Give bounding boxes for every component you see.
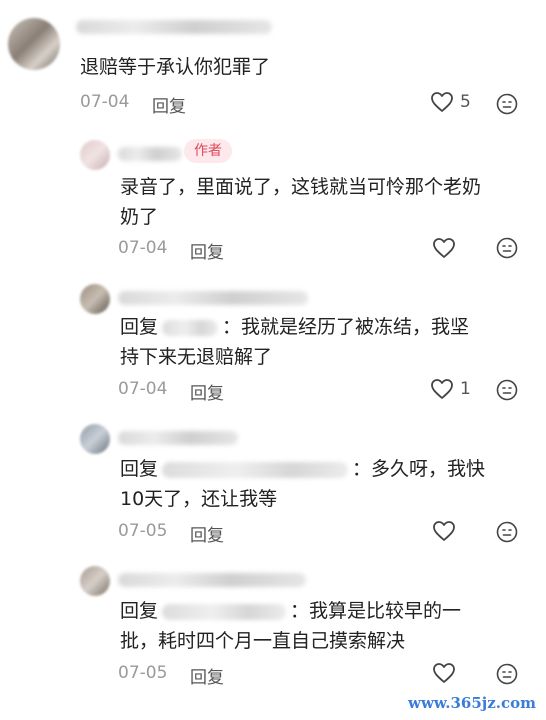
- comment-item: 退赔等于承认你犯罪了 07-04 回复 5: [0, 0, 546, 120]
- comment-date: 07-05: [118, 521, 168, 541]
- comment-text: 退赔等于承认你犯罪了: [80, 56, 271, 78]
- reply-prefix: 回复: [120, 600, 159, 622]
- neutral-face-icon[interactable]: [496, 379, 518, 401]
- reply-button[interactable]: 回复: [152, 92, 186, 117]
- avatar[interactable]: [8, 18, 60, 70]
- neutral-face-icon[interactable]: [496, 237, 518, 259]
- avatar[interactable]: [80, 140, 110, 170]
- username-blurred[interactable]: [118, 147, 182, 161]
- heart-outline-icon: [433, 238, 455, 258]
- reply-text-line-1: 回复 ：我就是经历了被冻结，我坚: [120, 312, 469, 342]
- watermark: www.365jz.com: [408, 694, 536, 712]
- reply-body: ：多久呀，我快: [352, 458, 486, 480]
- reply-button[interactable]: 回复: [190, 663, 224, 688]
- heart-outline-icon: [431, 92, 453, 112]
- avatar[interactable]: [80, 566, 110, 596]
- avatar[interactable]: [80, 284, 110, 314]
- like-button[interactable]: 5: [430, 91, 471, 113]
- reply-body: ：我算是比较早的一: [290, 600, 462, 622]
- mention-user-blurred[interactable]: [162, 603, 287, 620]
- comment-date: 07-04: [118, 238, 168, 258]
- reply-text-line-2: 批，耗时四个月一直自己摸索解决: [120, 630, 406, 652]
- comment-date: 07-04: [80, 92, 130, 112]
- like-count: 1: [460, 379, 471, 399]
- reply-item: 回复 ：我算是比较早的一 批，耗时四个月一直自己摸索解决 07-05 回复: [0, 562, 546, 692]
- reply-prefix: 回复: [120, 458, 159, 480]
- username-blurred[interactable]: [118, 291, 308, 305]
- reply-text-line-2: 10天了，还让我等: [120, 488, 278, 510]
- like-count: 5: [460, 92, 471, 112]
- reply-item: 作者 录音了，里面说了，这钱就当可怜那个老奶 奶了 07-04 回复: [0, 130, 546, 270]
- reply-item: 回复 ：多久呀，我快 10天了，还让我等 07-05 回复: [0, 420, 546, 550]
- reply-text-line-1: 回复 ：我算是比较早的一: [120, 596, 461, 626]
- comment-date: 07-05: [118, 663, 168, 683]
- reply-text-line-2: 奶了: [120, 206, 159, 228]
- comment-date: 07-04: [118, 379, 168, 399]
- reply-prefix: 回复: [120, 316, 159, 338]
- username-blurred[interactable]: [118, 573, 306, 587]
- reply-item: 回复 ：我就是经历了被冻结，我坚 持下来无退赔解了 07-04 回复 1: [0, 280, 546, 410]
- heart-outline-icon: [433, 521, 455, 541]
- reply-button[interactable]: 回复: [190, 238, 224, 263]
- reply-button[interactable]: 回复: [190, 379, 224, 404]
- heart-outline-icon: [431, 379, 453, 399]
- avatar[interactable]: [80, 424, 110, 454]
- username-blurred[interactable]: [118, 431, 238, 445]
- reply-text-line-2: 持下来无退赔解了: [120, 346, 273, 368]
- neutral-face-icon[interactable]: [496, 663, 518, 685]
- author-badge: 作者: [184, 139, 232, 163]
- like-button[interactable]: [432, 520, 456, 542]
- username-blurred[interactable]: [76, 20, 272, 34]
- like-button[interactable]: 1: [430, 378, 471, 400]
- reply-body: ：我就是经历了被冻结，我坚: [222, 316, 470, 338]
- mention-user-blurred[interactable]: [162, 461, 349, 478]
- mention-user-blurred[interactable]: [162, 319, 219, 336]
- neutral-face-icon[interactable]: [496, 521, 518, 543]
- heart-outline-icon: [433, 663, 455, 683]
- like-button[interactable]: [432, 237, 456, 259]
- neutral-face-icon[interactable]: [496, 93, 518, 115]
- like-button[interactable]: [432, 662, 456, 684]
- reply-text-line-1: 录音了，里面说了，这钱就当可怜那个老奶: [120, 176, 482, 198]
- reply-text-line-1: 回复 ：多久呀，我快: [120, 454, 485, 484]
- reply-button[interactable]: 回复: [190, 521, 224, 546]
